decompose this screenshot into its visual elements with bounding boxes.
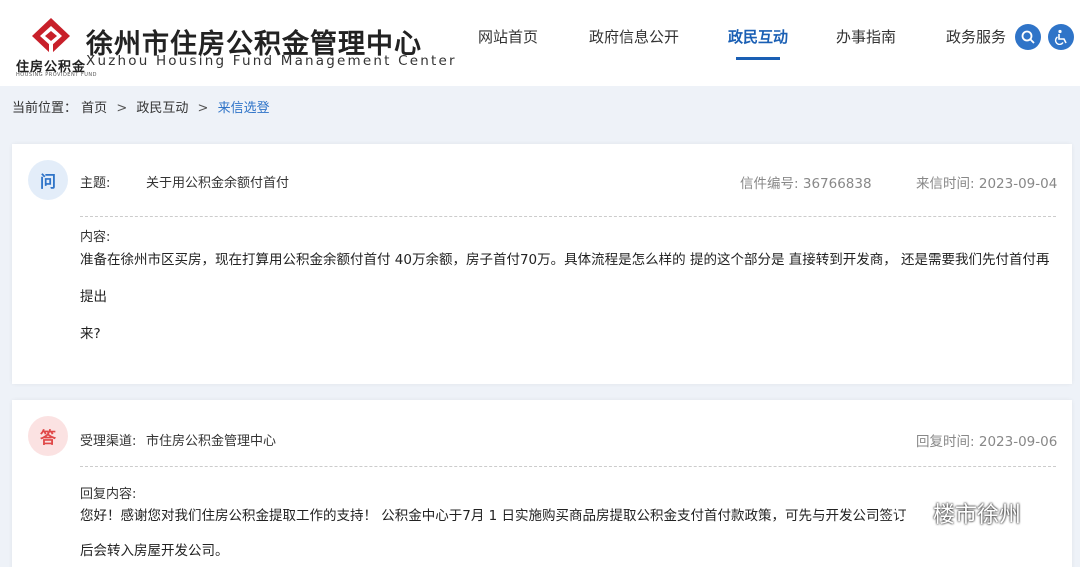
- org-name-en: Xuzhou Housing Fund Management Center: [86, 53, 457, 69]
- reply-date-value: 2023-09-06: [978, 434, 1058, 450]
- divider: [80, 466, 1056, 467]
- letter-number-value: 36766838: [802, 176, 872, 192]
- nav-guide[interactable]: 办事指南: [836, 26, 896, 47]
- nav-interaction[interactable]: 政民互动: [728, 26, 788, 47]
- reply-content-line: 后会转入房屋开发公司。: [80, 543, 229, 559]
- breadcrumb-interaction[interactable]: 政民互动: [136, 101, 188, 116]
- nav-gov-info[interactable]: 政府信息公开: [589, 26, 679, 47]
- letter-number-label: 信件编号:: [740, 176, 799, 192]
- housing-fund-emblem-icon: [32, 18, 70, 54]
- nav-active-indicator: [736, 57, 780, 60]
- letter-number: 信件编号: 36766838: [740, 172, 872, 192]
- question-content-line: 准备在徐州市区买房，现在打算用公积金余额付首付 40万余额，房子首付70万。具体…: [80, 252, 1050, 305]
- breadcrumb-separator: >: [197, 101, 209, 116]
- channel-text: 市住房公积金管理中心: [146, 434, 277, 449]
- reply-date-label: 回复时间:: [916, 434, 975, 450]
- watermark-text: 楼市徐州: [933, 503, 1022, 528]
- breadcrumb: 当前位置： 首页 > 政民互动 > 来信选登: [12, 97, 270, 116]
- wechat-icon: [896, 500, 927, 525]
- breadcrumb-separator: >: [116, 101, 128, 116]
- letter-date: 来信时间: 2023-09-04: [916, 172, 1057, 192]
- letter-date-label: 来信时间:: [916, 176, 975, 192]
- question-content-line: 来?: [80, 326, 101, 342]
- question-card: 问 主题: 关于用公积金余额付首付 信件编号: 36766838 来信时间: 2…: [12, 144, 1072, 384]
- nav-services[interactable]: 政务服务: [946, 26, 1006, 47]
- nav-home[interactable]: 网站首页: [478, 26, 538, 47]
- answer-card: 答 受理渠道: 市住房公积金管理中心 回复时间: 2023-09-06 回复内容…: [12, 400, 1072, 567]
- answer-badge: 答: [28, 416, 68, 456]
- search-icon[interactable]: [1015, 24, 1041, 50]
- letter-date-value: 2023-09-04: [978, 176, 1058, 192]
- breadcrumb-prefix: 当前位置：: [12, 101, 78, 116]
- watermark: 楼市徐州: [895, 497, 1021, 529]
- subject-label: 主题:: [80, 176, 111, 191]
- channel-label: 受理渠道:: [80, 434, 137, 449]
- breadcrumb-current: 来信选登: [217, 101, 270, 116]
- accessibility-icon[interactable]: [1048, 24, 1074, 50]
- logo-small-en: HOUSING PROVIDENT FUND: [16, 72, 97, 78]
- breadcrumb-home[interactable]: 首页: [81, 101, 107, 116]
- question-badge: 问: [28, 160, 68, 200]
- site-header: 住房公积金 HOUSING PROVIDENT FUND 徐州市住房公积金管理中…: [0, 0, 1080, 86]
- reply-date: 回复时间: 2023-09-06: [916, 430, 1057, 450]
- question-content: 准备在徐州市区买房，现在打算用公积金余额付首付 40万余额，房子首付70万。具体…: [80, 242, 1060, 353]
- subject-text: 关于用公积金余额付首付: [146, 176, 290, 191]
- divider: [80, 216, 1056, 217]
